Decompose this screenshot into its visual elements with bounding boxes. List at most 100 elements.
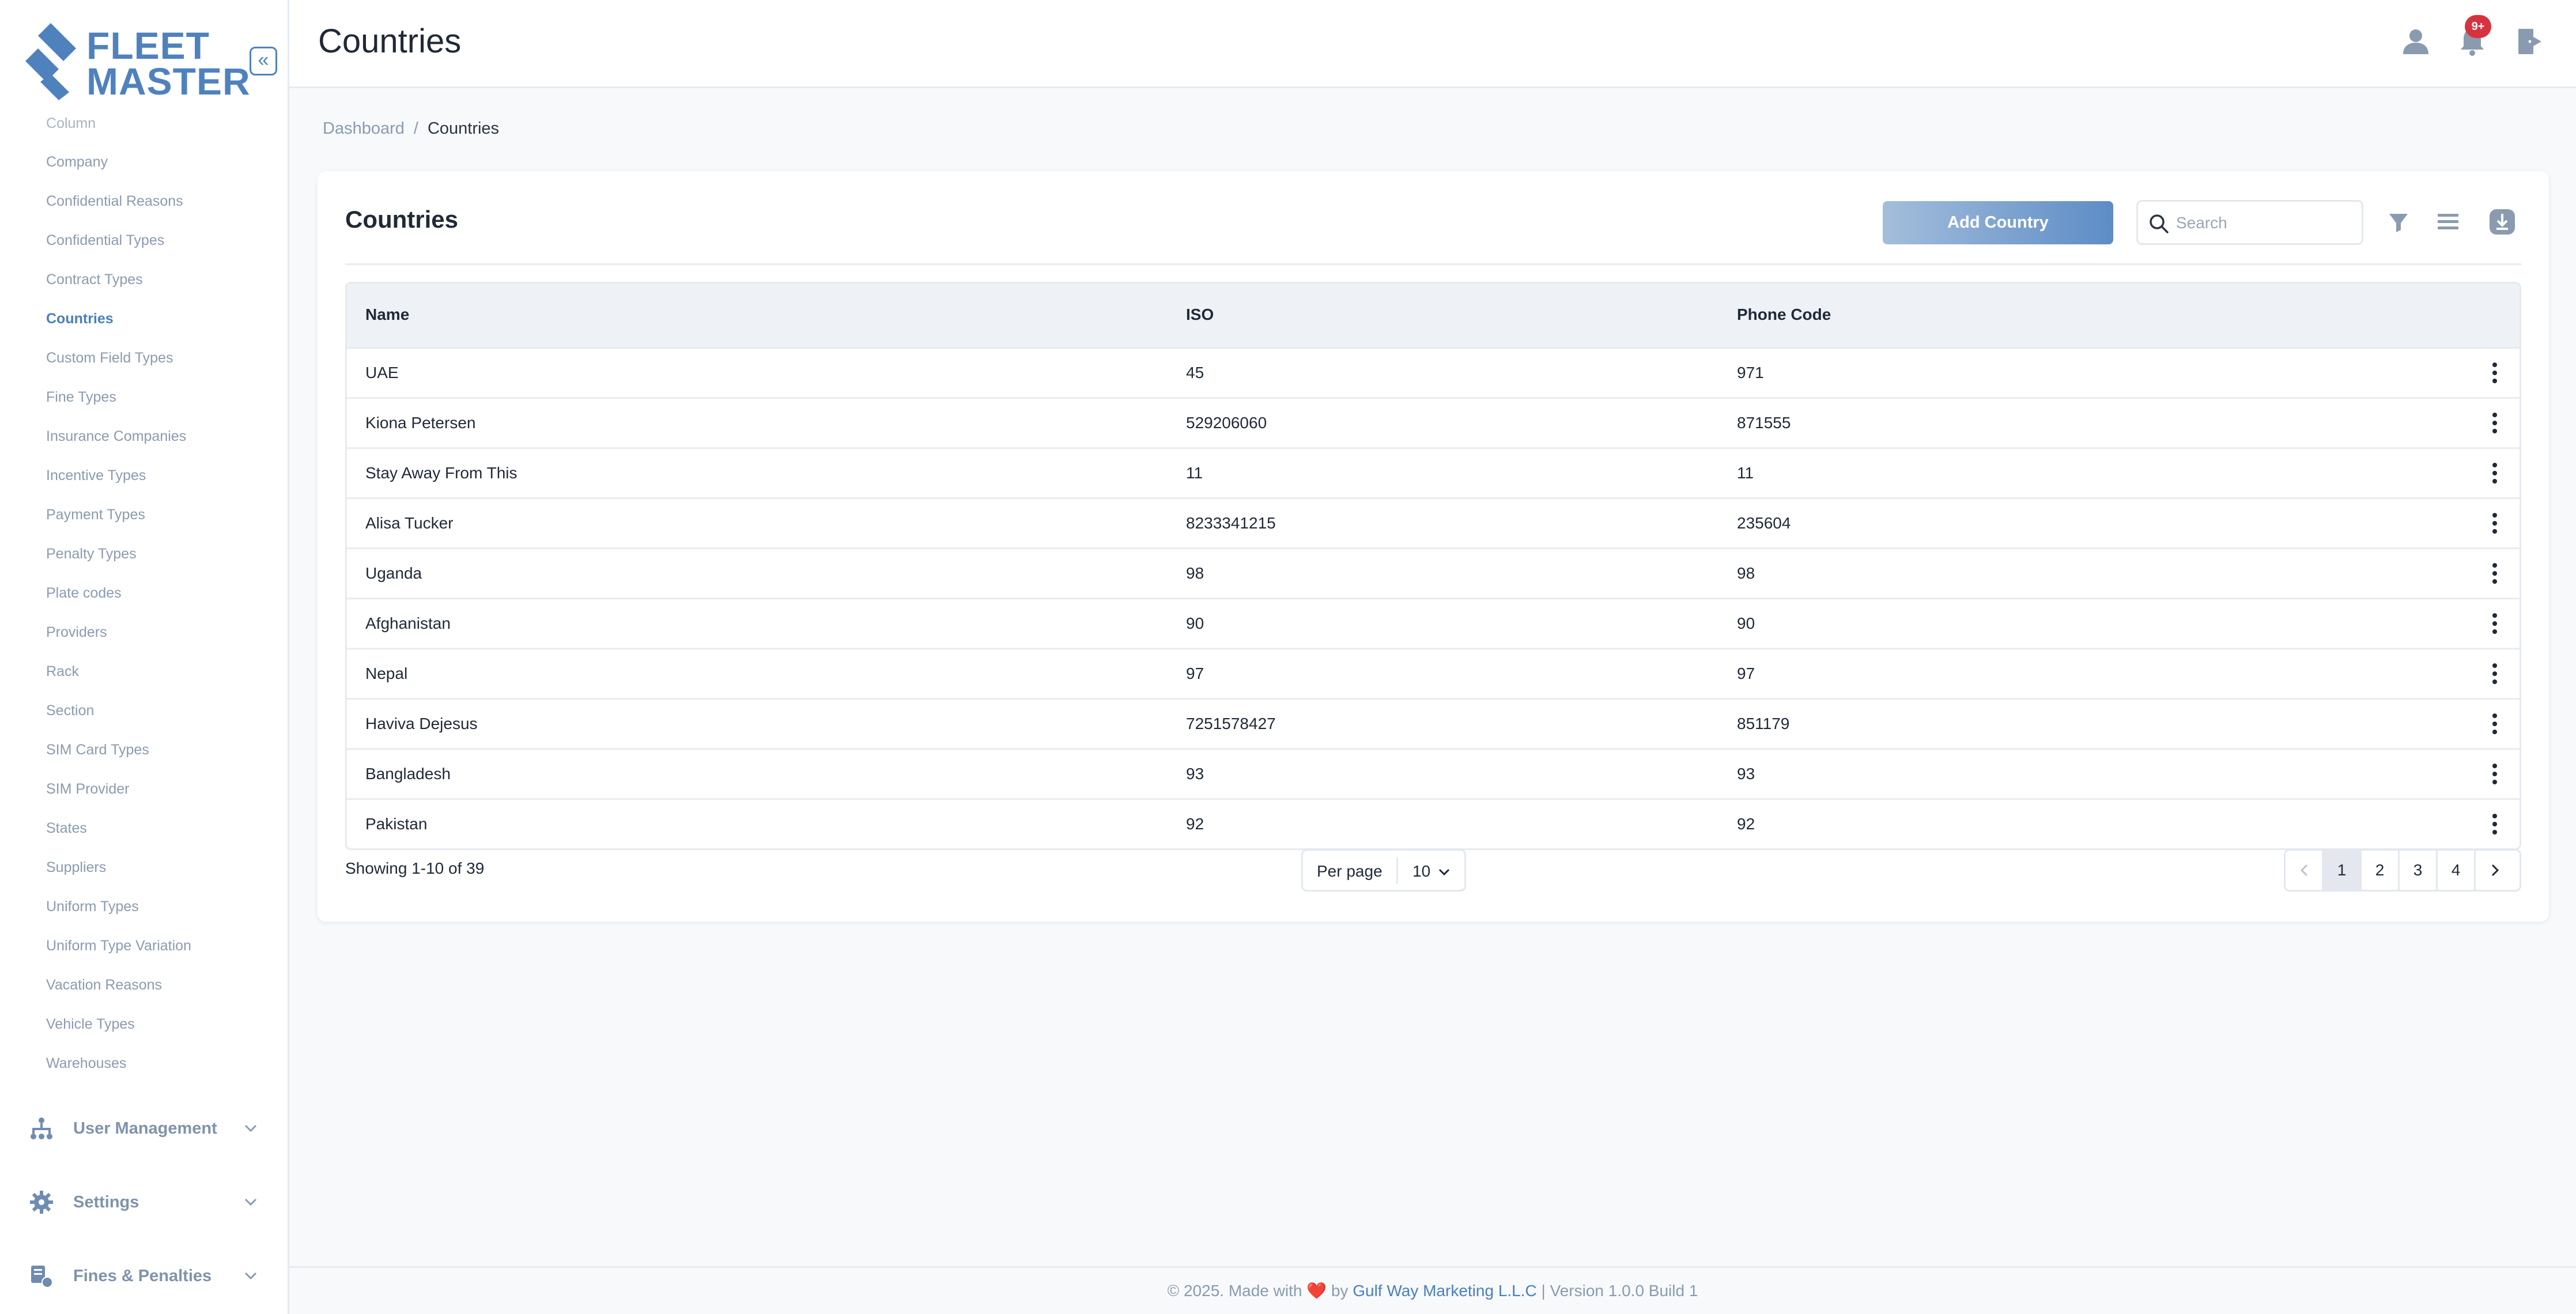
sidebar-item-fine-types[interactable]: Fine Types <box>46 383 116 411</box>
sidebar-item-suppliers[interactable]: Suppliers <box>46 854 106 881</box>
footer-by: by <box>1331 1282 1349 1300</box>
sidebar-item-payment-types[interactable]: Payment Types <box>46 501 145 528</box>
prev-page-button[interactable] <box>2286 851 2324 890</box>
table-row[interactable]: Nepal 97 97 <box>347 650 2520 700</box>
table-row[interactable]: Bangladesh 93 93 <box>347 750 2520 800</box>
collapse-sidebar-button[interactable]: « <box>250 47 277 75</box>
sidebar-item-uniform-types[interactable]: Uniform Types <box>46 893 139 920</box>
table-row[interactable]: UAE 45 971 <box>347 349 2520 399</box>
sidebar-item-section[interactable]: Section <box>46 697 94 724</box>
table-row[interactable]: Kiona Petersen 529206060 871555 <box>347 399 2520 449</box>
double-chevron-left-icon: « <box>258 49 269 71</box>
breadcrumb-current: Countries <box>427 119 500 138</box>
fleetmaster-logo-icon <box>25 23 76 100</box>
sidebar-item-company[interactable]: Company <box>46 148 108 176</box>
more-vertical-icon[interactable] <box>2483 811 2506 837</box>
table-row[interactable]: Alisa Tucker 8233341215 235604 <box>347 499 2520 549</box>
sidebar-item-incentive-types[interactable]: Incentive Types <box>46 462 146 489</box>
sidebar-item-uniform-type-variation[interactable]: Uniform Type Variation <box>46 932 191 960</box>
cell-name: Nepal <box>365 664 408 682</box>
chevron-down-icon <box>244 1198 257 1206</box>
sidebar-item-vehicle-types[interactable]: Vehicle Types <box>46 1010 135 1038</box>
footer: © 2025. Made with ❤️ by Gulf Way Marketi… <box>289 1266 2576 1314</box>
footer-company-link[interactable]: Gulf Way Marketing L.L.C <box>1353 1282 1537 1300</box>
page-button-1[interactable]: 1 <box>2324 851 2362 890</box>
showing-count: Showing 1-10 of 39 <box>345 859 485 877</box>
cell-iso: 97 <box>1186 664 1204 682</box>
sidebar-group-settings[interactable]: Settings <box>0 1178 288 1224</box>
pagination: 1 2 3 4 <box>2284 849 2521 892</box>
search-input[interactable] <box>2175 210 2356 236</box>
cell-iso: 7251578427 <box>1186 715 1276 732</box>
next-page-button[interactable] <box>2476 851 2520 890</box>
sidebar-item-column[interactable]: Column <box>46 110 96 137</box>
brand-logo[interactable]: FLEET MASTER <box>23 21 250 101</box>
filter-icon[interactable] <box>2382 206 2415 238</box>
cell-iso: 529206060 <box>1186 414 1267 432</box>
page-title: Countries <box>318 22 462 60</box>
more-vertical-icon[interactable] <box>2483 460 2506 486</box>
user-icon[interactable] <box>2400 25 2432 58</box>
sidebar-item-rack[interactable]: Rack <box>46 658 79 685</box>
search-box <box>2136 200 2363 245</box>
sidebar-item-sim-provider[interactable]: SIM Provider <box>46 775 129 803</box>
table-row[interactable]: Afghanistan 90 90 <box>347 599 2520 650</box>
page-button-2[interactable]: 2 <box>2362 851 2400 890</box>
sidebar-item-custom-field-types[interactable]: Custom Field Types <box>46 344 173 372</box>
cell-name: Haviva Dejesus <box>365 715 478 732</box>
sidebar-item-sim-card-types[interactable]: SIM Card Types <box>46 736 149 764</box>
more-vertical-icon[interactable] <box>2483 360 2506 386</box>
page-button-3[interactable]: 3 <box>2400 851 2438 890</box>
more-vertical-icon[interactable] <box>2483 761 2506 787</box>
sidebar-item-warehouses[interactable]: Warehouses <box>46 1049 126 1077</box>
countries-table: Name ISO Phone Code UAE 45 971 Kiona Peters… <box>345 282 2521 850</box>
chevron-down-icon <box>244 1272 257 1280</box>
sidebar-item-states[interactable]: States <box>46 814 87 842</box>
sidebar-item-penalty-types[interactable]: Penalty Types <box>46 540 137 568</box>
column-header-iso[interactable]: ISO <box>1186 305 1214 324</box>
more-vertical-icon[interactable] <box>2483 511 2506 536</box>
more-vertical-icon[interactable] <box>2483 711 2506 737</box>
sidebar-group-label: Settings <box>73 1193 139 1211</box>
download-icon[interactable] <box>2486 206 2518 238</box>
sidebar-group-fines-penalties[interactable]: Fines & Penalties <box>0 1252 288 1298</box>
column-header-phone-code[interactable]: Phone Code <box>1737 305 1831 324</box>
cell-name: Stay Away From This <box>365 464 518 482</box>
more-vertical-icon[interactable] <box>2483 661 2506 686</box>
table-row[interactable]: Stay Away From This 11 11 <box>347 449 2520 499</box>
breadcrumb-dashboard-link[interactable]: Dashboard <box>323 119 405 138</box>
search-icon <box>2150 214 2169 233</box>
page-button-4[interactable]: 4 <box>2438 851 2476 890</box>
per-page-select[interactable]: Per page 10 <box>1301 849 1466 892</box>
sitemap-icon <box>31 1117 52 1139</box>
columns-list-icon[interactable] <box>2432 206 2464 238</box>
table-row[interactable]: Uganda 98 98 <box>347 549 2520 599</box>
sidebar-item-contract-types[interactable]: Contract Types <box>46 266 143 293</box>
fines-icon <box>31 1266 53 1288</box>
sidebar-item-countries[interactable]: Countries <box>46 305 114 333</box>
more-vertical-icon[interactable] <box>2483 561 2506 586</box>
sidebar-item-vacation-reasons[interactable]: Vacation Reasons <box>46 971 162 999</box>
cell-name: Alisa Tucker <box>365 514 454 532</box>
table-row[interactable]: Pakistan 92 92 <box>347 800 2520 848</box>
cell-phone-code: 92 <box>1737 815 1755 833</box>
sidebar-item-plate-codes[interactable]: Plate codes <box>46 579 122 607</box>
add-country-button[interactable]: Add Country <box>1883 201 2113 244</box>
more-vertical-icon[interactable] <box>2483 410 2506 436</box>
more-vertical-icon[interactable] <box>2483 611 2506 636</box>
sidebar-group-label: Fines & Penalties <box>73 1267 212 1285</box>
sidebar-item-insurance-companies[interactable]: Insurance Companies <box>46 422 186 450</box>
card-title: Countries <box>345 206 459 233</box>
cell-name: Afghanistan <box>365 614 451 632</box>
cell-iso: 11 <box>1186 464 1203 482</box>
sidebar-item-confidential-types[interactable]: Confidential Types <box>46 226 164 254</box>
sidebar-item-confidential-reasons[interactable]: Confidential Reasons <box>46 187 183 215</box>
brand-line-1: FLEET <box>86 24 210 67</box>
cell-iso: 45 <box>1186 364 1204 382</box>
column-header-name[interactable]: Name <box>365 305 409 324</box>
logout-icon[interactable] <box>2514 25 2546 58</box>
per-page-value: 10 <box>1412 862 1431 880</box>
sidebar-group-user-management[interactable]: User Management <box>0 1104 288 1150</box>
table-row[interactable]: Haviva Dejesus 7251578427 851179 <box>347 700 2520 750</box>
sidebar-item-providers[interactable]: Providers <box>46 618 107 646</box>
